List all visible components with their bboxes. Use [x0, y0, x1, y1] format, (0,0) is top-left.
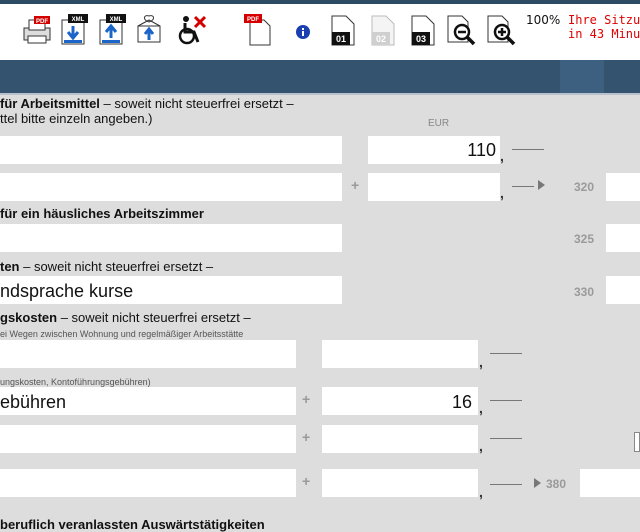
- toolbar-top-border: [0, 0, 640, 4]
- page-02-icon[interactable]: 02: [368, 14, 398, 46]
- accessibility-icon[interactable]: [176, 14, 206, 46]
- werbung-desc-4[interactable]: [0, 469, 296, 497]
- arbeitsmittel-title-rest: – soweit nicht steuerfrei ersetzt –: [99, 96, 294, 111]
- decimal-comma: ,: [479, 400, 483, 416]
- side-checkbox[interactable]: [634, 432, 640, 452]
- print-pdf-icon[interactable]: PDF: [22, 14, 52, 46]
- line-code-325: 325: [574, 232, 595, 246]
- total-325-field[interactable]: [606, 224, 640, 252]
- cents-placeholder: [512, 186, 534, 187]
- cents-placeholder: [490, 400, 522, 401]
- werbung-title-rest: – soweit nicht steuerfrei ersetzt –: [57, 310, 251, 325]
- arbeitsmittel-amount-2[interactable]: [368, 173, 500, 201]
- info-icon[interactable]: [288, 14, 318, 46]
- xml-import-icon[interactable]: XML: [96, 14, 126, 46]
- cents-placeholder: [490, 484, 522, 485]
- pdf-document-badge: PDF: [247, 17, 259, 23]
- currency-label: EUR: [428, 118, 450, 129]
- werbung-amount-2-value: 16: [451, 392, 472, 412]
- line-code-330: 330: [574, 285, 595, 299]
- werbung-desc-3[interactable]: [0, 425, 296, 453]
- auswaerts-title: beruflich veranlassten Auswärtstätigkeit…: [0, 517, 265, 532]
- page-03-badge: 03: [416, 34, 426, 44]
- arbeitsmittel-amount-1[interactable]: 110: [368, 136, 500, 164]
- werbung-amount-2[interactable]: 16: [322, 387, 478, 415]
- cents-placeholder: [490, 438, 522, 439]
- xml-export-badge: XML: [72, 17, 85, 23]
- header-band: [0, 60, 640, 94]
- fortbildung-title-bold: ten: [0, 259, 20, 274]
- werbung-desc-2-value: ebühren: [0, 392, 67, 412]
- page-01-badge: 01: [336, 34, 346, 44]
- fortbildung-desc-value: ndsprache kurse: [0, 281, 134, 301]
- arbeitsmittel-note: ttel bitte einzeln angeben.): [0, 111, 153, 126]
- print-pdf-badge: PDF: [36, 19, 48, 25]
- total-380-field[interactable]: [580, 469, 640, 497]
- page-03-icon[interactable]: 03: [408, 14, 438, 46]
- werbung-desc-1[interactable]: [0, 340, 296, 368]
- arbeitszimmer-desc[interactable]: [0, 224, 342, 252]
- cents-placeholder: [490, 353, 522, 354]
- arbeitszimmer-title-bold: für ein häusliches Arbeitszimmer: [0, 206, 204, 221]
- decimal-comma: ,: [479, 484, 483, 500]
- auswaerts-title-bold: beruflich veranlassten Auswärtstätigkeit…: [0, 517, 265, 532]
- fortbildung-desc[interactable]: ndsprache kurse: [0, 276, 342, 304]
- session-timeout-line2: in 43 Minute: [568, 27, 640, 41]
- xml-import-badge: XML: [110, 17, 123, 23]
- arbeitszimmer-title: für ein häusliches Arbeitszimmer: [0, 206, 204, 221]
- werbung-amount-4[interactable]: [322, 469, 478, 497]
- fortbildung-title: ten – soweit nicht steuerfrei ersetzt –: [0, 259, 213, 274]
- arrow-right-icon: [534, 478, 541, 488]
- xml-export-icon[interactable]: XML: [58, 14, 88, 46]
- werbung-title-bold: gskosten: [0, 310, 58, 325]
- werbung-note-2: ungskosten, Kontoführungsgebühren): [0, 377, 151, 387]
- plus-sign: +: [302, 391, 311, 407]
- cents-placeholder: [512, 149, 544, 150]
- total-330-field[interactable]: [606, 276, 640, 304]
- zoom-out-icon[interactable]: [446, 14, 476, 46]
- header-band-tab[interactable]: [560, 60, 604, 94]
- decimal-comma: ,: [500, 148, 504, 164]
- plus-sign: +: [302, 473, 311, 489]
- zoom-level: 100%: [526, 13, 561, 27]
- page-02-badge: 02: [376, 34, 386, 44]
- werbung-amount-3[interactable]: [322, 425, 478, 453]
- arbeitsmittel-title: für Arbeitsmittel – soweit nicht steuerf…: [0, 96, 294, 111]
- arbeitsmittel-desc-1[interactable]: [0, 136, 342, 164]
- werbung-title: gskosten – soweit nicht steuerfrei erset…: [0, 310, 251, 325]
- arbeitsmittel-title-bold: für Arbeitsmittel: [0, 96, 100, 111]
- decimal-comma: ,: [479, 354, 483, 370]
- werbung-note-1: ei Wegen zwischen Wohnung und regelmäßig…: [0, 329, 244, 339]
- arbeitsmittel-desc-2[interactable]: [0, 173, 342, 201]
- zoom-in-icon[interactable]: [486, 14, 516, 46]
- plus-sign: +: [351, 177, 360, 193]
- werbung-amount-1[interactable]: [322, 340, 478, 368]
- page-01-icon[interactable]: 01: [328, 14, 358, 46]
- arrow-right-icon: [538, 180, 545, 190]
- decimal-comma: ,: [500, 185, 504, 201]
- arbeitsmittel-amount-1-value: 110: [467, 140, 496, 160]
- total-320-field[interactable]: [606, 173, 640, 201]
- line-code-380: 380: [546, 477, 567, 491]
- fortbildung-title-rest: – soweit nicht steuerfrei ersetzt –: [19, 259, 214, 274]
- package-upload-icon[interactable]: [134, 14, 164, 46]
- session-timeout-line1: Ihre Sitzun: [568, 13, 640, 27]
- decimal-comma: ,: [479, 438, 483, 454]
- line-code-320: 320: [574, 180, 595, 194]
- plus-sign: +: [302, 429, 311, 445]
- pdf-document-icon[interactable]: PDF: [244, 14, 274, 46]
- werbung-desc-2[interactable]: ebühren: [0, 387, 296, 415]
